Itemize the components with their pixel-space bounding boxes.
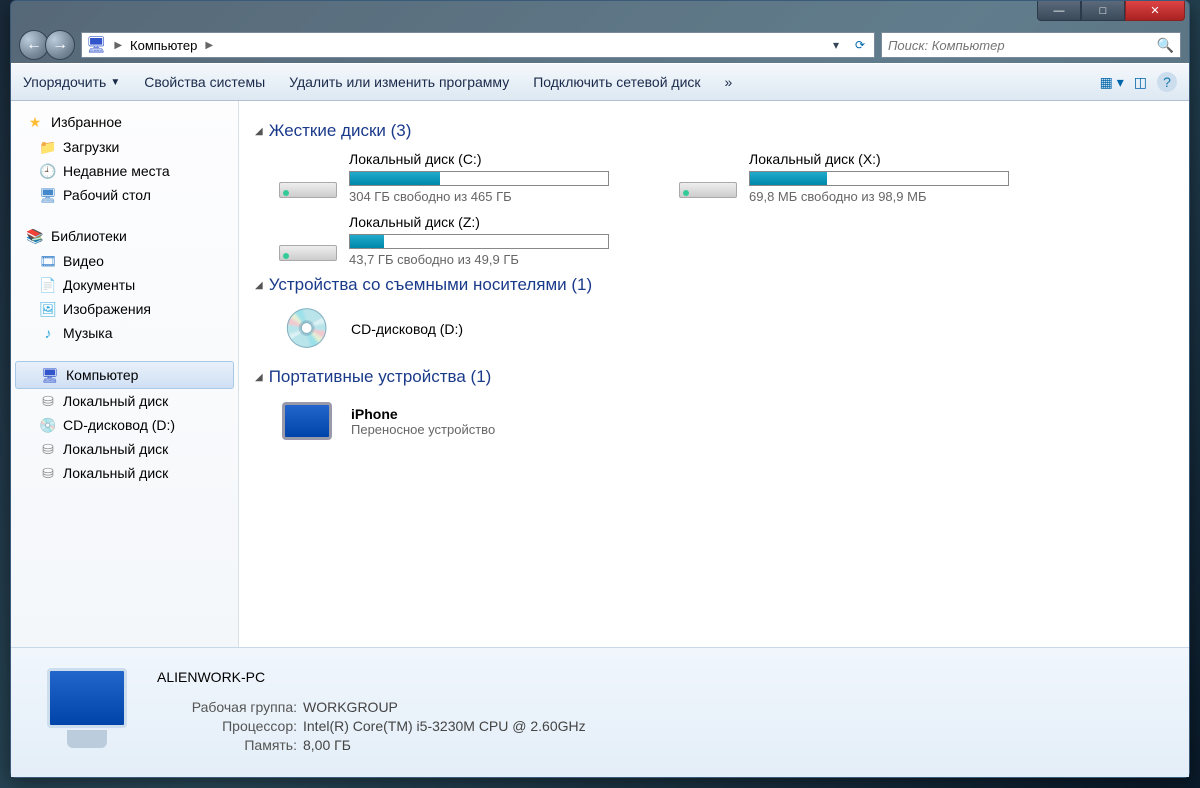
- sidebar-music[interactable]: ♪Музыка: [11, 321, 238, 345]
- device-name: CD-дисковод (D:): [351, 321, 463, 337]
- phone-device-icon: [275, 397, 339, 445]
- star-icon: ★: [25, 112, 45, 132]
- libraries-icon: 📚: [25, 226, 45, 246]
- search-input[interactable]: [888, 38, 1157, 53]
- hard-drive-icon: [275, 154, 339, 202]
- sidebar-favorites[interactable]: ★Избранное: [11, 109, 238, 135]
- document-icon: 📄: [39, 276, 57, 294]
- section-portable[interactable]: ◢Портативные устройства (1): [255, 367, 1173, 387]
- portable-device-iphone[interactable]: iPhone Переносное устройство: [255, 397, 1173, 445]
- memory-label: Память:: [157, 737, 297, 753]
- drive-usage-bar: [349, 234, 609, 249]
- sidebar-desktop[interactable]: 🖥Рабочий стол: [11, 183, 238, 207]
- drive-z[interactable]: Локальный диск (Z:) 43,7 ГБ свободно из …: [275, 214, 615, 267]
- section-hard-drives[interactable]: ◢Жесткие диски (3): [255, 121, 1173, 141]
- folder-icon: 📁: [39, 138, 57, 156]
- system-properties-button[interactable]: Свойства системы: [144, 74, 265, 90]
- drive-usage-bar: [749, 171, 1009, 186]
- device-name: iPhone: [351, 406, 495, 422]
- video-icon: 🎞: [39, 252, 57, 270]
- workgroup-label: Рабочая группа:: [157, 699, 297, 715]
- processor-label: Процессор:: [157, 718, 297, 734]
- view-options-button[interactable]: ▦ ▾: [1100, 74, 1124, 91]
- details-pane: ALIENWORK-PC Рабочая группа: WORKGROUP Пр…: [11, 647, 1189, 777]
- collapse-icon: ◢: [255, 372, 263, 383]
- cd-drive[interactable]: 💿 CD-дисковод (D:): [255, 305, 1173, 353]
- cd-icon: 💿: [39, 416, 57, 434]
- music-icon: ♪: [39, 324, 57, 342]
- disk-icon: ⛁: [39, 464, 57, 482]
- toolbar-overflow[interactable]: »: [725, 74, 733, 90]
- map-drive-button[interactable]: Подключить сетевой диск: [533, 74, 700, 90]
- explorer-window: — □ ✕ ← → 🖥 ▶ Компьютер ▶ ▾ ⟳ 🔍 Упорядоч…: [10, 0, 1190, 778]
- drive-free-space: 304 ГБ свободно из 465 ГБ: [349, 189, 615, 204]
- preview-pane-button[interactable]: ◫: [1134, 74, 1147, 91]
- search-box[interactable]: 🔍: [881, 32, 1181, 58]
- cd-drive-icon: 💿: [275, 305, 339, 353]
- disk-icon: ⛁: [39, 392, 57, 410]
- sidebar: ★Избранное 📁Загрузки 🕘Недавние места 🖥Ра…: [11, 101, 239, 647]
- sidebar-local-disk[interactable]: ⛁Локальный диск: [11, 461, 238, 485]
- drive-x[interactable]: Локальный диск (X:) 69,8 МБ свободно из …: [675, 151, 1015, 204]
- refresh-button[interactable]: ⟳: [850, 35, 870, 55]
- titlebar: — □ ✕: [11, 1, 1189, 27]
- search-icon[interactable]: 🔍: [1157, 37, 1174, 54]
- desktop-icon: 🖥: [39, 186, 57, 204]
- sidebar-libraries[interactable]: 📚Библиотеки: [11, 223, 238, 249]
- disk-icon: ⛁: [39, 440, 57, 458]
- drive-name: Локальный диск (X:): [749, 151, 1015, 167]
- breadcrumb-sep[interactable]: ▶: [114, 40, 122, 51]
- device-type: Переносное устройство: [351, 422, 495, 437]
- chevron-down-icon: ▼: [110, 77, 120, 88]
- computer-large-icon: [27, 658, 137, 768]
- memory-value: 8,00 ГБ: [303, 737, 351, 753]
- sidebar-video[interactable]: 🎞Видео: [11, 249, 238, 273]
- sidebar-documents[interactable]: 📄Документы: [11, 273, 238, 297]
- processor-value: Intel(R) Core(TM) i5-3230M CPU @ 2.60GHz: [303, 718, 586, 734]
- drive-free-space: 69,8 МБ свободно из 98,9 МБ: [749, 189, 1015, 204]
- pc-name: ALIENWORK-PC: [157, 669, 586, 685]
- sidebar-recent[interactable]: 🕘Недавние места: [11, 159, 238, 183]
- main-content: ◢Жесткие диски (3) Локальный диск (C:) 3…: [239, 101, 1189, 647]
- workgroup-value: WORKGROUP: [303, 699, 398, 715]
- close-button[interactable]: ✕: [1125, 1, 1185, 21]
- uninstall-program-button[interactable]: Удалить или изменить программу: [289, 74, 509, 90]
- maximize-button[interactable]: □: [1081, 1, 1125, 21]
- toolbar: Упорядочить ▼ Свойства системы Удалить и…: [11, 63, 1189, 101]
- sidebar-local-disk[interactable]: ⛁Локальный диск: [11, 389, 238, 413]
- breadcrumb-root[interactable]: Компьютер: [130, 38, 197, 53]
- breadcrumb-sep[interactable]: ▶: [205, 40, 213, 51]
- images-icon: 🖼: [39, 300, 57, 318]
- drive-name: Локальный диск (C:): [349, 151, 615, 167]
- drive-name: Локальный диск (Z:): [349, 214, 615, 230]
- hard-drive-icon: [675, 154, 739, 202]
- collapse-icon: ◢: [255, 280, 263, 291]
- sidebar-downloads[interactable]: 📁Загрузки: [11, 135, 238, 159]
- computer-icon: 🖥: [86, 35, 106, 55]
- organize-button[interactable]: Упорядочить ▼: [23, 74, 120, 90]
- sidebar-local-disk[interactable]: ⛁Локальный диск: [11, 437, 238, 461]
- section-removable[interactable]: ◢Устройства со съемными носителями (1): [255, 275, 1173, 295]
- sidebar-computer[interactable]: 🖥Компьютер: [15, 361, 234, 389]
- help-button[interactable]: ?: [1157, 72, 1177, 92]
- drive-usage-bar: [349, 171, 609, 186]
- sidebar-images[interactable]: 🖼Изображения: [11, 297, 238, 321]
- drive-c[interactable]: Локальный диск (C:) 304 ГБ свободно из 4…: [275, 151, 615, 204]
- forward-button[interactable]: →: [45, 30, 75, 60]
- collapse-icon: ◢: [255, 126, 263, 137]
- nav-row: ← → 🖥 ▶ Компьютер ▶ ▾ ⟳ 🔍: [11, 27, 1189, 63]
- recent-icon: 🕘: [39, 162, 57, 180]
- address-dropdown[interactable]: ▾: [826, 35, 846, 55]
- sidebar-cd-drive[interactable]: 💿CD-дисковод (D:): [11, 413, 238, 437]
- drive-free-space: 43,7 ГБ свободно из 49,9 ГБ: [349, 252, 615, 267]
- minimize-button[interactable]: —: [1037, 1, 1081, 21]
- hard-drive-icon: [275, 217, 339, 265]
- computer-icon: 🖥: [40, 365, 60, 385]
- address-bar[interactable]: 🖥 ▶ Компьютер ▶ ▾ ⟳: [81, 32, 875, 58]
